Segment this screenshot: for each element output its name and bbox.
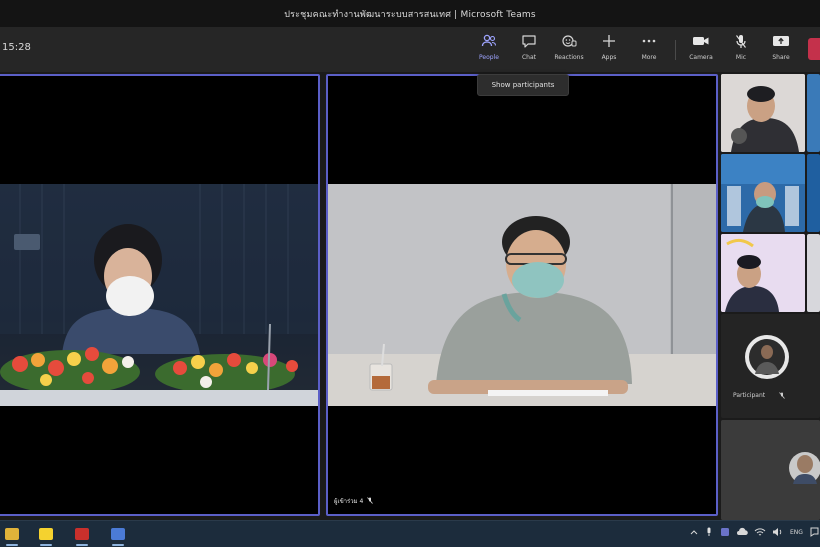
camera-icon <box>692 33 710 49</box>
taskbar-app-file-explorer[interactable] <box>2 525 22 546</box>
participant-video <box>328 184 716 406</box>
tray-cloud-icon[interactable] <box>736 527 748 538</box>
participant-avatar-tile[interactable] <box>721 314 820 418</box>
avatar-name: Participant <box>733 392 766 399</box>
input-language[interactable]: ENG <box>790 529 803 536</box>
more-button[interactable]: More <box>631 33 667 67</box>
participant-video <box>0 184 318 406</box>
tray-teams-icon[interactable] <box>720 527 730 539</box>
pdf-icon <box>75 528 89 540</box>
more-label: More <box>641 54 657 61</box>
participant-thumbnail[interactable] <box>807 74 820 152</box>
meeting-toolbar: 15:28 People Chat Reactions Apps More Ca… <box>0 27 820 72</box>
mic-label: Mic <box>735 54 747 61</box>
apps-button[interactable]: Apps <box>591 33 627 67</box>
share-icon <box>772 33 790 49</box>
chat-button[interactable]: Chat <box>511 33 547 67</box>
participants-tooltip: Show participants <box>477 74 569 96</box>
folder-icon <box>5 528 19 540</box>
share-button[interactable]: Share <box>763 33 799 67</box>
mic-muted-icon <box>367 496 374 506</box>
people-icon <box>480 33 498 49</box>
reactions-label: Reactions <box>554 54 584 61</box>
mic-button[interactable]: Mic <box>723 33 759 67</box>
video-tile-right[interactable]: ผู้เข้าร่วม 4 <box>326 74 718 516</box>
reactions-button[interactable]: Reactions <box>551 33 587 67</box>
participant-thumbnail[interactable] <box>807 234 820 312</box>
running-indicator <box>40 544 52 546</box>
reactions-icon <box>560 33 578 49</box>
meeting-stage: ผู้เข้าร่วม 4 Participant <box>0 72 820 520</box>
leave-button[interactable] <box>808 38 820 60</box>
participant-thumbnail[interactable] <box>721 234 805 312</box>
taskbar-app-sticky-notes[interactable] <box>36 525 56 546</box>
mic-icon <box>732 33 750 49</box>
participant-name: ผู้เข้าร่วม 4 <box>334 498 364 505</box>
video-tile-left[interactable] <box>0 74 320 516</box>
participant-thumbnail[interactable] <box>721 74 805 152</box>
participant-thumbnail[interactable] <box>721 154 805 232</box>
notes-icon <box>39 528 53 540</box>
participant-strip: Participant <box>721 74 820 520</box>
running-indicator <box>76 544 88 546</box>
meeting-timer: 15:28 <box>2 42 31 53</box>
window-titlebar: ประชุมคณะทำงานพัฒนาระบบสารสนเทศ | Micros… <box>0 0 820 27</box>
toolbar-divider <box>675 40 676 60</box>
chat-icon <box>520 33 538 49</box>
notification-icon[interactable] <box>810 527 819 539</box>
taskbar-app-teams[interactable] <box>108 525 128 546</box>
running-indicator <box>6 544 18 546</box>
participant-name-tag: ผู้เข้าร่วม 4 <box>334 496 374 506</box>
mic-muted-icon <box>779 392 785 401</box>
camera-button[interactable]: Camera <box>683 33 719 67</box>
teams-icon <box>111 528 125 540</box>
participant-thumbnail[interactable] <box>807 154 820 232</box>
people-button[interactable]: People <box>471 33 507 67</box>
os-taskbar: ENG <box>0 520 820 547</box>
add-icon <box>600 33 618 49</box>
avatar-name-tag: Participant <box>733 392 785 401</box>
chat-label: Chat <box>521 54 537 61</box>
taskbar-app-acrobat[interactable] <box>72 525 92 546</box>
more-icon <box>640 33 658 49</box>
tray-volume-icon[interactable] <box>772 527 783 539</box>
running-indicator <box>112 544 124 546</box>
tray-network-icon[interactable] <box>754 527 766 539</box>
share-label: Share <box>772 54 790 61</box>
window-title: ประชุมคณะทำงานพัฒนาระบบสารสนเทศ | Micros… <box>284 9 536 20</box>
tooltip-text: Show participants <box>491 81 555 89</box>
tray-mic-icon[interactable] <box>706 527 712 539</box>
apps-label: Apps <box>601 54 617 61</box>
chevron-up-icon[interactable] <box>690 529 698 537</box>
self-view-tile[interactable] <box>721 420 820 520</box>
camera-label: Camera <box>689 54 713 61</box>
people-label: People <box>479 54 499 61</box>
